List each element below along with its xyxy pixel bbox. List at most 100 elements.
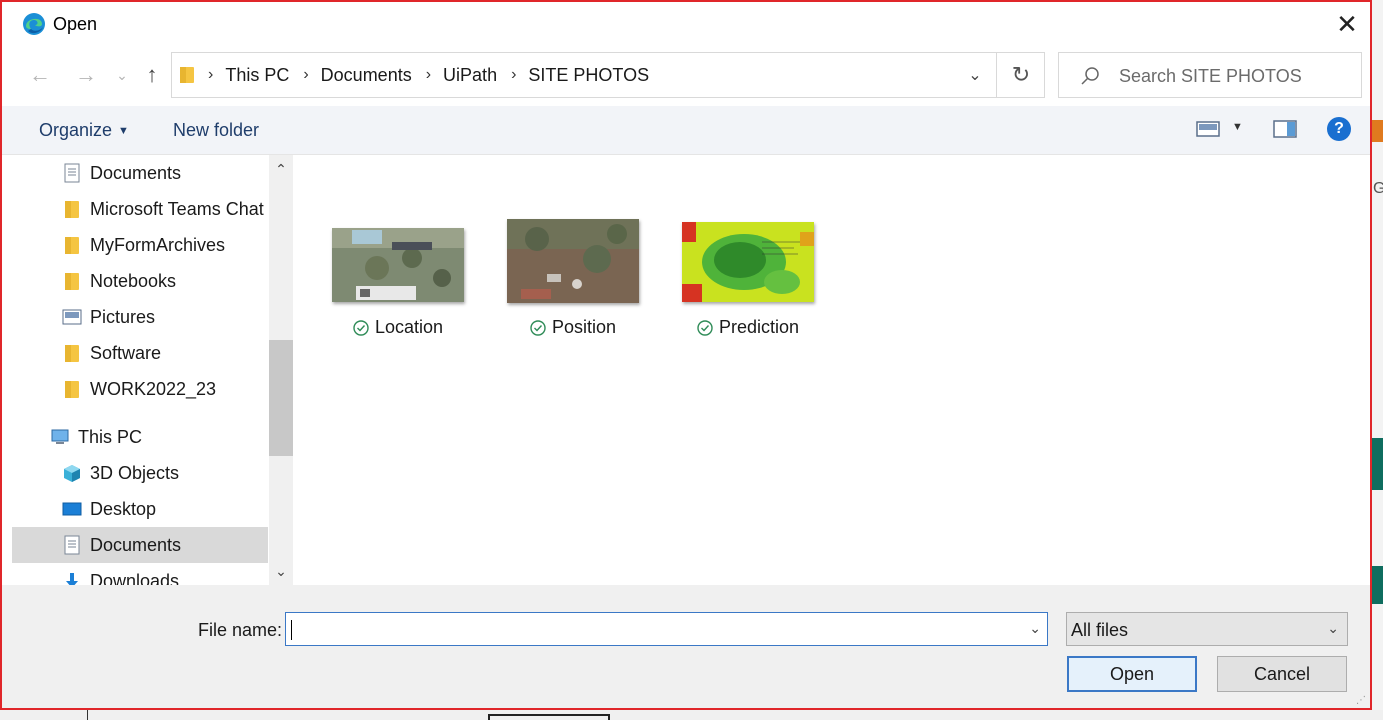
folder-icon (65, 273, 79, 290)
navigation-scrollbar[interactable]: ⌃ ⌄ (269, 155, 293, 585)
desktop-icon (62, 502, 82, 516)
scroll-up-icon[interactable]: ⌃ (269, 155, 293, 183)
breadcrumb-this-pc[interactable]: This PC (225, 65, 289, 86)
nav-item-label: Notebooks (90, 270, 177, 291)
documents-icon (64, 535, 80, 555)
background-orange-block (1372, 120, 1383, 142)
folder-icon (65, 201, 79, 218)
nav-item-downloads[interactable]: Downloads (12, 563, 268, 585)
nav-item-label: Software (90, 342, 162, 363)
help-icon[interactable]: ? (1327, 117, 1351, 141)
chevron-down-icon[interactable]: ⌄ (956, 53, 994, 97)
chevron-right-icon[interactable]: › (303, 66, 308, 84)
image-thumbnail (332, 228, 464, 302)
pictures-icon (62, 309, 82, 325)
documents-icon (64, 163, 80, 183)
navigation-pane: Documents Microsoft Teams Chat Files MyF… (12, 155, 268, 585)
file-name-input[interactable]: ⌄ (285, 612, 1048, 646)
background-box (488, 714, 610, 720)
breadcrumb-site-photos[interactable]: SITE PHOTOS (528, 65, 649, 86)
search-placeholder: Search SITE PHOTOS (1119, 66, 1302, 86)
nav-item-label: Microsoft Teams Chat Files (90, 198, 268, 219)
nav-item-work2022-23[interactable]: WORK2022_23 (12, 371, 268, 407)
background-letter: G (1373, 180, 1383, 197)
file-name-label: File name: (198, 620, 283, 640)
nav-item-desktop[interactable]: Desktop (12, 491, 268, 527)
background-app-edge: G (1372, 0, 1383, 720)
sync-status-check-icon (530, 319, 546, 336)
dropdown-arrow-icon: ▼ (118, 125, 129, 137)
up-button[interactable]: ↑ (138, 60, 166, 90)
nav-item-label: Downloads (90, 570, 180, 586)
window-title: Open (53, 14, 98, 34)
address-bar[interactable]: › This PC › Documents › UiPath › SITE PH… (171, 52, 1045, 98)
change-view-icon[interactable] (1196, 120, 1220, 138)
background-line (87, 710, 88, 720)
chevron-right-icon: › (208, 66, 214, 83)
background-teal-block (1372, 438, 1383, 490)
file-type-value: All files (1071, 620, 1129, 640)
organize-label: Organize (39, 120, 113, 140)
view-options-arrow-icon[interactable]: ▼ (1232, 121, 1243, 133)
file-type-select[interactable]: All files ⌄ (1066, 612, 1348, 646)
recent-locations-button[interactable]: ⌄ (108, 60, 136, 90)
scroll-down-icon[interactable]: ⌄ (269, 557, 293, 585)
nav-item-myformarchives[interactable]: MyFormArchives (12, 227, 268, 263)
file-name-label: Prediction (718, 317, 800, 337)
nav-item-label: WORK2022_23 (90, 378, 217, 399)
nav-item-teams-chat-files[interactable]: Microsoft Teams Chat Files (12, 191, 268, 227)
chevron-down-icon[interactable]: ⌄ (1029, 620, 1041, 637)
nav-item-label: Documents (90, 162, 182, 183)
new-folder-button[interactable]: New folder (173, 120, 259, 141)
folder-icon (65, 237, 79, 254)
nav-item-documents-selected[interactable]: Documents (12, 527, 268, 563)
nav-item-label: Pictures (90, 306, 156, 327)
refresh-icon[interactable]: ↻ (996, 53, 1045, 97)
file-name-label: Position (551, 317, 617, 337)
sync-status-check-icon (697, 319, 713, 336)
nav-item-pictures[interactable]: Pictures (12, 299, 268, 335)
organize-button[interactable]: Organize ▼ (39, 120, 129, 141)
forward-button[interactable]: → (72, 60, 100, 90)
cancel-button[interactable]: Cancel (1217, 656, 1347, 692)
open-file-dialog: Open ✕ ← → ⌄ ↑ › This PC › Documents › U… (0, 0, 1372, 710)
folder-icon (65, 345, 79, 362)
nav-item-3d-objects[interactable]: 3D Objects (12, 455, 268, 491)
nav-item-label: Desktop (90, 498, 157, 519)
nav-item-label: This PC (78, 426, 143, 447)
folder-icon (180, 67, 194, 83)
sync-status-check-icon (353, 319, 369, 336)
preview-pane-icon[interactable] (1273, 120, 1297, 138)
nav-item-documents[interactable]: Documents (12, 155, 268, 191)
background-app-bottom (0, 710, 1383, 720)
file-list: Location Position Prediction (297, 155, 1370, 585)
open-button[interactable]: Open (1067, 656, 1197, 692)
command-bar: Organize ▼ New folder ▼ ? (2, 106, 1370, 155)
image-thumbnail (682, 222, 814, 302)
address-row: ← → ⌄ ↑ › This PC › Documents › UiPath ›… (2, 46, 1370, 106)
title-bar: Open ✕ (2, 2, 1370, 46)
scrollbar-thumb[interactable] (269, 340, 293, 456)
folder-icon (65, 381, 79, 398)
breadcrumb: › This PC › Documents › UiPath › SITE PH… (172, 53, 649, 97)
computer-icon (51, 429, 69, 444)
text-caret (291, 620, 292, 640)
chevron-right-icon[interactable]: › (511, 66, 516, 84)
nav-item-software[interactable]: Software (12, 335, 268, 371)
close-button[interactable]: ✕ (1324, 6, 1370, 42)
file-name-label: Location (374, 317, 444, 337)
background-teal-block (1372, 566, 1383, 604)
file-name: Prediction (673, 317, 823, 338)
chevron-right-icon[interactable]: › (426, 66, 431, 84)
file-name: Position (498, 317, 648, 338)
nav-item-notebooks[interactable]: Notebooks (12, 263, 268, 299)
nav-item-this-pc[interactable]: This PC (12, 419, 268, 455)
search-input[interactable]: Search SITE PHOTOS (1058, 52, 1362, 98)
breadcrumb-documents[interactable]: Documents (321, 65, 412, 86)
edge-browser-icon (23, 13, 45, 35)
back-button[interactable]: ← (26, 60, 54, 90)
chevron-down-icon: ⌄ (1327, 620, 1339, 636)
breadcrumb-uipath[interactable]: UiPath (443, 65, 497, 86)
resize-grip-icon[interactable]: ⋰ (1356, 695, 1366, 706)
search-icon (1081, 67, 1099, 85)
